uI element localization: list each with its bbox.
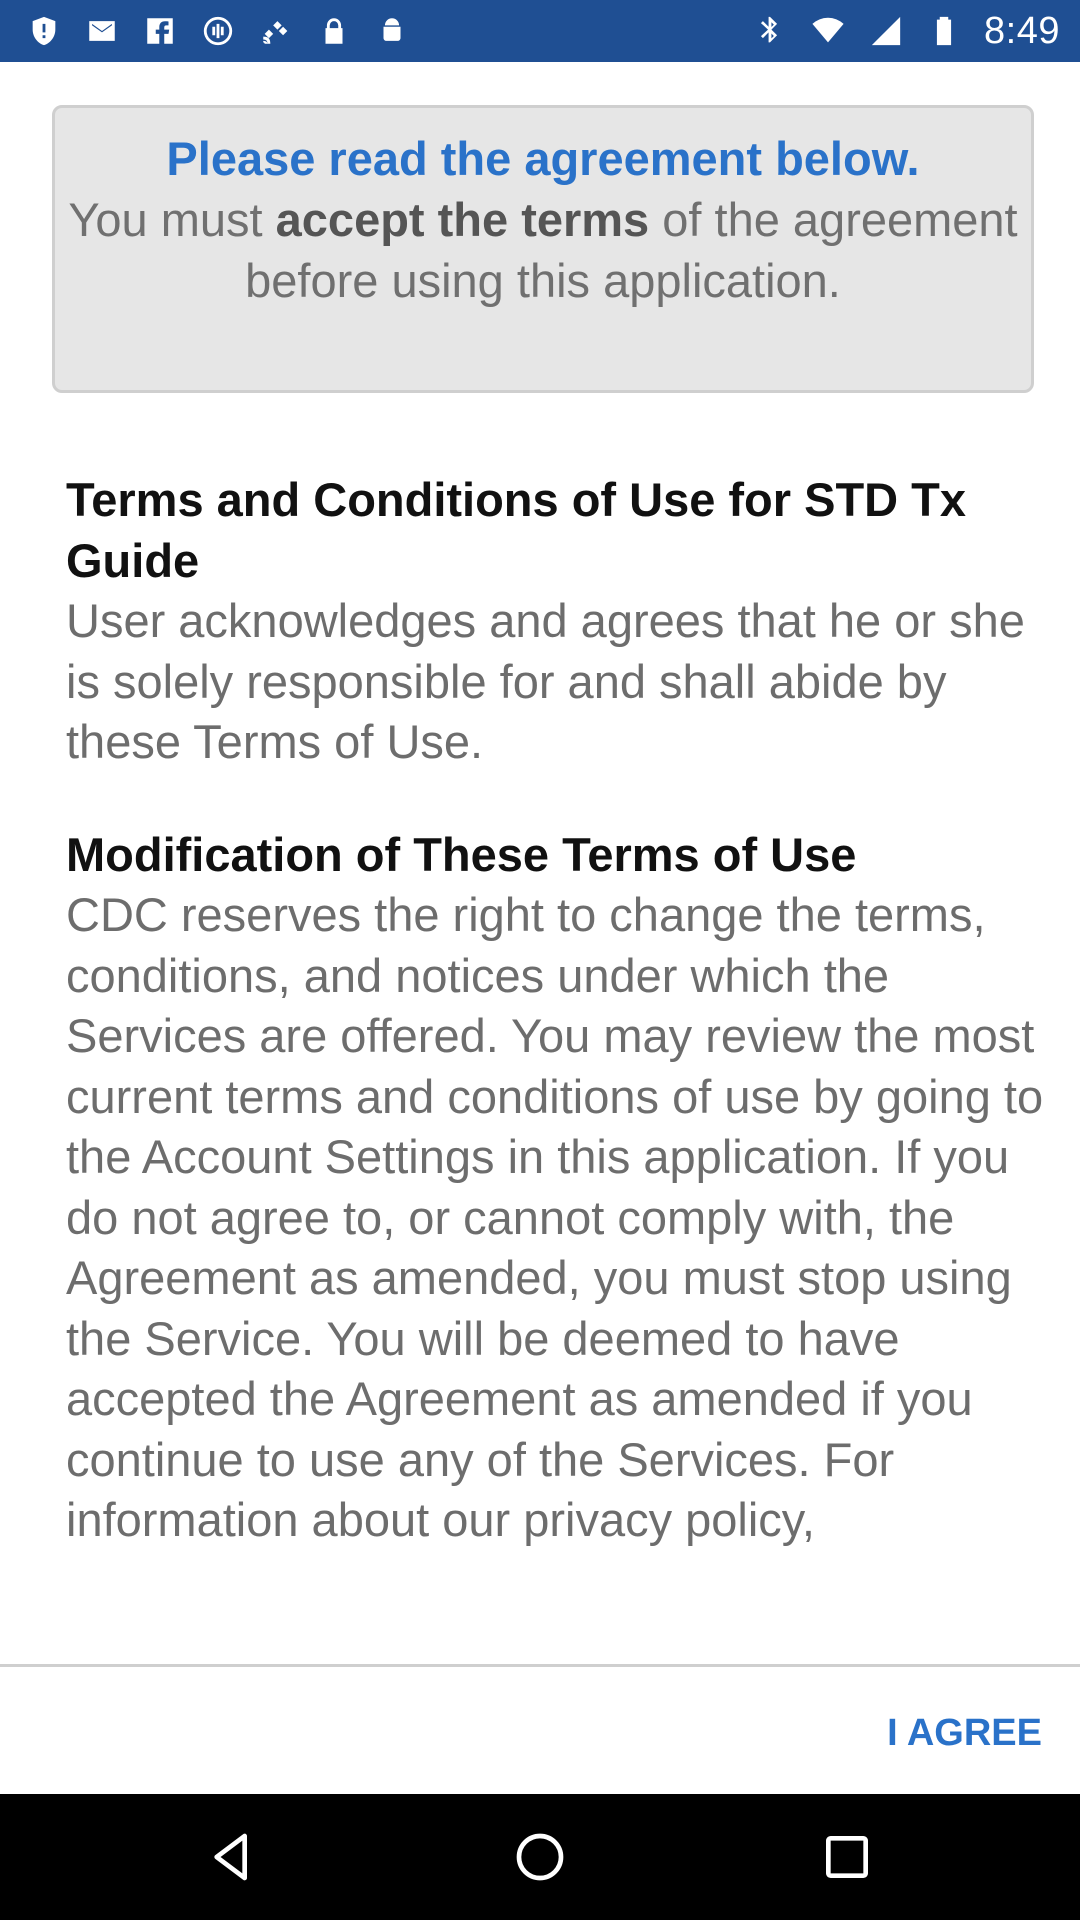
terms-title: Terms and Conditions of Use for STD Tx G… bbox=[66, 473, 967, 587]
status-right-icons: 8:49 bbox=[752, 10, 1060, 53]
sync-circle-icon bbox=[200, 13, 236, 49]
back-icon[interactable] bbox=[193, 1817, 273, 1897]
mail-icon bbox=[84, 13, 120, 49]
clock: 8:49 bbox=[984, 9, 1060, 52]
wifi-icon bbox=[810, 13, 846, 49]
home-icon[interactable] bbox=[500, 1817, 580, 1897]
signal-icon bbox=[868, 13, 904, 49]
notice-text-bold: accept the terms bbox=[275, 193, 650, 246]
terms-intro: User acknowledges and agrees that he or … bbox=[66, 594, 1025, 768]
android-icon bbox=[374, 13, 410, 49]
recents-icon[interactable] bbox=[807, 1817, 887, 1897]
notice-lead: Please read the agreement below. bbox=[166, 132, 920, 185]
agreement-notice: Please read the agreement below. You mus… bbox=[52, 105, 1034, 393]
navigation-bar bbox=[0, 1794, 1080, 1920]
agree-button[interactable]: I AGREE bbox=[887, 1705, 1042, 1761]
status-left-icons bbox=[26, 13, 410, 49]
divider bbox=[0, 1664, 1080, 1667]
section-body: CDC reserves the right to change the ter… bbox=[66, 888, 1044, 1546]
notice-text-before: You must bbox=[68, 193, 276, 246]
battery-icon bbox=[926, 13, 962, 49]
section-title: Modification of These Terms of Use bbox=[66, 827, 857, 881]
facebook-icon bbox=[142, 13, 178, 49]
terms-scroll-area[interactable]: Terms and Conditions of Use for STD Tx G… bbox=[0, 470, 1080, 1665]
bluetooth-icon bbox=[752, 13, 788, 49]
status-bar: 8:49 bbox=[0, 0, 1080, 62]
lock-icon bbox=[316, 13, 352, 49]
shield-icon bbox=[26, 13, 62, 49]
fake-gps-satellite-icon bbox=[258, 13, 294, 49]
